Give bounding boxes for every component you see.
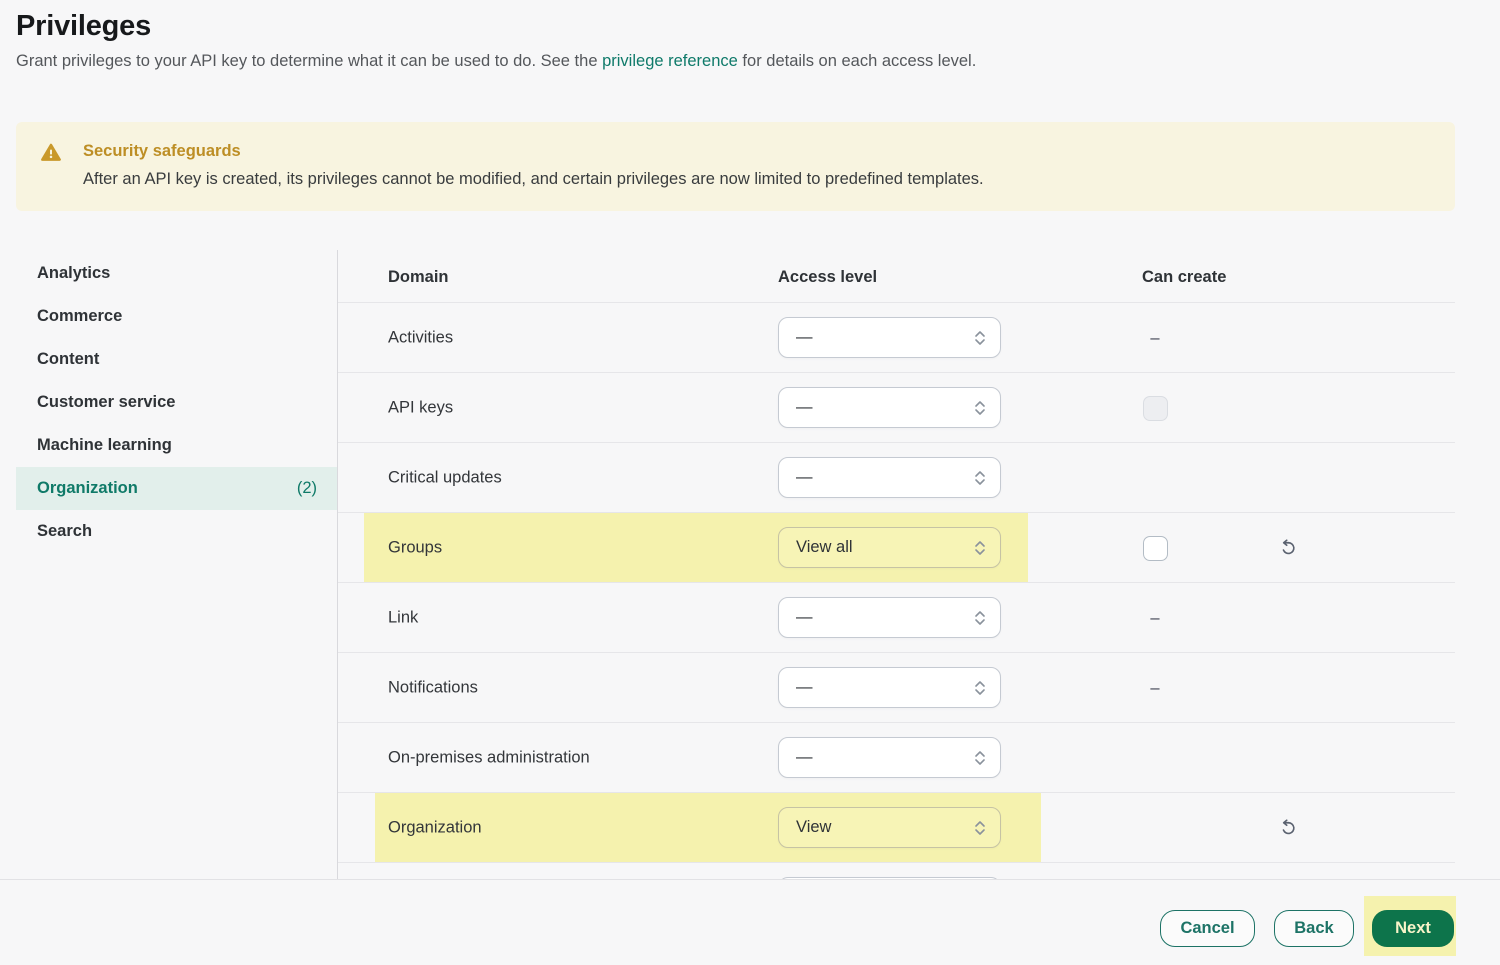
domain-label: Notifications bbox=[388, 678, 478, 696]
select-value: View all bbox=[796, 538, 853, 556]
access-level-select-on-premises[interactable]: — bbox=[778, 737, 1001, 778]
row-clipped bbox=[338, 862, 1455, 879]
row-api-keys: API keys — bbox=[338, 372, 1455, 442]
undo-button[interactable] bbox=[1267, 528, 1307, 568]
sidebar-item-label: Customer service bbox=[37, 393, 176, 411]
domain-label: API keys bbox=[388, 398, 454, 416]
cancel-button[interactable]: Cancel bbox=[1160, 910, 1255, 947]
privileges-content: Analytics Commerce Content Customer serv… bbox=[0, 250, 1500, 880]
sidebar-item-commerce[interactable]: Commerce bbox=[16, 295, 337, 338]
access-level-select-api-keys[interactable]: — bbox=[778, 387, 1001, 428]
privileges-table: Domain Access level Can create Activitie… bbox=[338, 250, 1455, 879]
undo-icon bbox=[1282, 818, 1295, 834]
domain-label: Critical updates bbox=[388, 468, 502, 486]
sidebar-item-label: Organization bbox=[37, 479, 138, 497]
sidebar-item-content[interactable]: Content bbox=[16, 338, 337, 381]
row-groups: Groups View all bbox=[338, 512, 1455, 583]
can-create-dash: – bbox=[1150, 678, 1160, 697]
security-safeguards-banner: Security safeguards After an API key is … bbox=[16, 122, 1455, 211]
sidebar-item-label: Machine learning bbox=[37, 436, 172, 454]
column-header-domain: Domain bbox=[388, 268, 449, 286]
row-critical-updates: Critical updates — bbox=[338, 442, 1455, 512]
chevron-up-down-icon bbox=[975, 540, 985, 555]
select-value: — bbox=[796, 328, 813, 346]
can-create-dash: – bbox=[1150, 608, 1160, 627]
select-value: — bbox=[796, 398, 813, 416]
category-sidebar: Analytics Commerce Content Customer serv… bbox=[16, 252, 337, 553]
select-value: — bbox=[796, 608, 813, 626]
sidebar-item-label: Analytics bbox=[37, 264, 111, 282]
column-header-access-level: Access level bbox=[778, 268, 878, 286]
access-level-select-clipped[interactable] bbox=[778, 877, 1001, 879]
sidebar-item-customer-service[interactable]: Customer service bbox=[16, 381, 337, 424]
row-notifications: Notifications — – bbox=[338, 652, 1455, 722]
selected-count-badge: (2) bbox=[296, 479, 317, 497]
undo-icon bbox=[1282, 538, 1295, 554]
chevron-up-down-icon bbox=[975, 470, 985, 485]
table-header: Domain Access level Can create bbox=[338, 250, 1455, 302]
row-organization: Organization View bbox=[338, 792, 1455, 863]
row-on-premises-administration: On-premises administration — bbox=[338, 722, 1455, 792]
domain-label: On-premises administration bbox=[388, 748, 590, 766]
sidebar-item-label: Commerce bbox=[37, 307, 123, 325]
can-create-checkbox-disabled bbox=[1142, 395, 1168, 421]
select-value: — bbox=[796, 748, 813, 766]
privilege-reference-link[interactable]: privilege reference bbox=[602, 52, 738, 70]
sidebar-item-machine-learning[interactable]: Machine learning bbox=[16, 424, 337, 467]
page-header: Privileges Grant privileges to your API … bbox=[16, 10, 976, 71]
domain-label: Activities bbox=[388, 328, 454, 346]
row-link: Link — – bbox=[338, 582, 1455, 652]
page-subtitle: Grant privileges to your API key to dete… bbox=[16, 52, 976, 71]
page-title: Privileges bbox=[16, 10, 152, 42]
chevron-up-down-icon bbox=[975, 400, 985, 415]
sidebar-item-label: Search bbox=[37, 522, 93, 540]
domain-label: Link bbox=[388, 608, 419, 626]
select-value: — bbox=[796, 468, 813, 486]
sidebar-item-organization[interactable]: Organization (2) bbox=[16, 467, 337, 510]
subtitle-text-before: Grant privileges to your API key to dete… bbox=[16, 52, 603, 70]
sidebar-item-analytics[interactable]: Analytics bbox=[16, 252, 337, 295]
sidebar-item-label: Content bbox=[37, 350, 100, 368]
domain-label: Organization bbox=[388, 818, 482, 836]
warning-triangle-icon bbox=[41, 143, 61, 161]
column-header-can-create: Can create bbox=[1142, 268, 1227, 286]
access-level-select-groups[interactable]: View all bbox=[778, 527, 1001, 568]
access-level-select-critical-updates[interactable]: — bbox=[778, 457, 1001, 498]
access-level-select-notifications[interactable]: — bbox=[778, 667, 1001, 708]
chevron-up-down-icon bbox=[975, 820, 985, 835]
access-level-select-organization[interactable]: View bbox=[778, 807, 1001, 848]
chevron-up-down-icon bbox=[975, 330, 985, 345]
warning-title: Security safeguards bbox=[83, 142, 241, 160]
sidebar-item-search[interactable]: Search bbox=[16, 510, 337, 553]
chevron-up-down-icon bbox=[975, 680, 985, 695]
access-level-select-activities[interactable]: — bbox=[778, 317, 1001, 358]
domain-label: Groups bbox=[388, 538, 443, 556]
next-button[interactable]: Next bbox=[1372, 910, 1454, 947]
warning-body: After an API key is created, its privile… bbox=[83, 170, 984, 188]
row-activities: Activities — – bbox=[338, 302, 1455, 372]
select-value: — bbox=[796, 678, 813, 696]
chevron-up-down-icon bbox=[975, 750, 985, 765]
select-value: View bbox=[796, 818, 832, 836]
subtitle-text-after: for details on each access level. bbox=[737, 52, 977, 70]
chevron-up-down-icon bbox=[975, 610, 985, 625]
can-create-dash: – bbox=[1150, 328, 1160, 347]
access-level-select-link[interactable]: — bbox=[778, 597, 1001, 638]
undo-button[interactable] bbox=[1267, 808, 1307, 848]
can-create-checkbox[interactable] bbox=[1142, 535, 1168, 561]
back-button[interactable]: Back bbox=[1274, 910, 1354, 947]
